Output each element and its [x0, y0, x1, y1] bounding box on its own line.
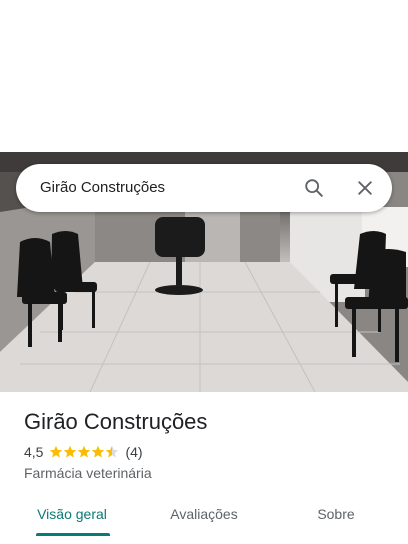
star-rating — [49, 445, 119, 459]
star-icon — [50, 445, 119, 458]
close-icon[interactable] — [353, 176, 377, 200]
tab-bar: Visão geral Avaliações Sobre — [0, 496, 408, 544]
review-count[interactable]: (4) — [125, 444, 142, 460]
place-title: Girão Construções — [24, 409, 208, 434]
rating-row[interactable]: 4,5 (4) — [24, 443, 143, 461]
search-bar[interactable]: Girão Construções — [16, 164, 392, 212]
tab-overview[interactable]: Visão geral — [24, 496, 120, 536]
search-icon[interactable] — [302, 176, 326, 200]
rating-value: 4,5 — [24, 444, 44, 460]
search-query[interactable]: Girão Construções — [40, 178, 165, 198]
place-category[interactable]: Farmácia veterinária — [24, 464, 152, 482]
active-tab-indicator — [36, 533, 110, 536]
tab-about[interactable]: Sobre — [288, 496, 384, 536]
tab-reviews[interactable]: Avaliações — [156, 496, 252, 536]
